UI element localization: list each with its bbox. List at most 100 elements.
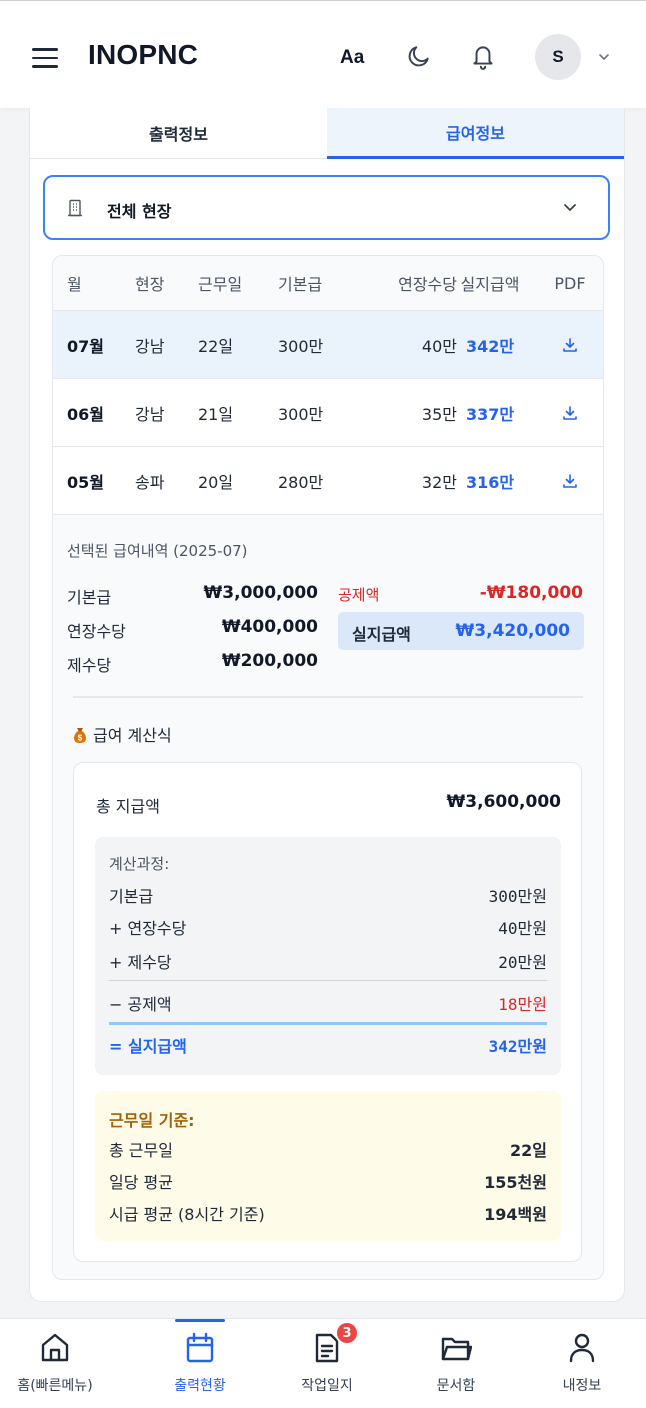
calc-process-box: 계산과정: 기본급 300만원 + 연장수당 40만원 + 제수당 20만원 −… — [95, 837, 561, 1075]
column-header-overtime: 연장수당 — [398, 275, 457, 294]
calendar-icon — [186, 1332, 214, 1363]
row-days: 21일 — [198, 404, 234, 424]
table-row[interactable]: 05월 송파 20일 280만 32만 316만 — [53, 447, 603, 515]
basis-row: 총 근무일 22일 — [109, 1137, 547, 1161]
row-base: 280만 — [278, 472, 324, 492]
calc-total-separator — [109, 1022, 547, 1025]
basis-row-label: 일당 평균 — [109, 1173, 173, 1192]
download-icon — [563, 337, 577, 352]
svg-text:$: $ — [78, 734, 83, 743]
calc-row-label: + 제수당 — [109, 953, 172, 972]
table-header: 월 현장 근무일 기본급 연장수당 실지급액 PDF — [53, 256, 603, 311]
detail-allowance-value: ₩200,000 — [221, 651, 318, 671]
row-base: 300만 — [278, 404, 324, 424]
tab-output-info[interactable]: 출력정보 — [30, 108, 327, 159]
detail-overtime-value: ₩400,000 — [221, 617, 318, 637]
detail-deduction-value: -₩180,000 — [479, 583, 583, 603]
row-month: 07월 — [67, 336, 104, 356]
nav-home[interactable]: 홈(빠른메뉴) — [0, 1319, 110, 1408]
bell-icon[interactable] — [470, 42, 496, 70]
calc-separator — [109, 980, 547, 981]
total-pay-value: ₩3,600,000 — [446, 792, 561, 812]
nav-my-info[interactable]: 내정보 — [527, 1319, 637, 1408]
tab-salary-info[interactable]: 급여정보 — [327, 108, 624, 159]
basis-row: 일당 평균 155천원 — [109, 1169, 547, 1193]
salary-panel: 월 현장 근무일 기본급 연장수당 실지급액 PDF 07월 강남 22일 30… — [52, 255, 604, 1280]
nav-documents[interactable]: 문서함 — [401, 1319, 511, 1408]
basis-row-label: 시급 평균 (8시간 기준) — [109, 1205, 265, 1224]
user-icon — [569, 1333, 595, 1363]
calc-row: + 제수당 20만원 — [109, 949, 547, 973]
download-icon — [563, 405, 577, 420]
nav-output-status-label: 출력현황 — [174, 1378, 226, 1394]
column-header-month: 월 — [67, 275, 82, 294]
total-pay-label: 총 지급액 — [96, 797, 160, 816]
detail-base-value: ₩3,000,000 — [203, 583, 318, 603]
detail-overtime-label: 연장수당 — [67, 622, 126, 641]
row-net: 316만 — [465, 472, 515, 492]
column-header-base: 기본급 — [278, 275, 323, 294]
nav-home-label: 홈(빠른메뉴) — [17, 1378, 93, 1394]
row-site: 송파 — [135, 472, 165, 492]
workday-basis-box: 근무일 기준: 총 근무일 22일 일당 평균 155천원 시급 평균 (8시간… — [95, 1091, 561, 1241]
row-net: 337만 — [465, 404, 515, 424]
net-pay-label: 실지급액 — [352, 625, 411, 644]
column-header-pdf: PDF — [554, 273, 586, 293]
avatar[interactable]: S — [535, 34, 581, 80]
row-month: 06월 — [67, 404, 104, 424]
net-pay-value: ₩3,420,000 — [455, 621, 570, 641]
notification-badge: 3 — [335, 1321, 359, 1345]
moon-icon[interactable] — [406, 43, 432, 69]
calc-row-label: − 공제액 — [109, 995, 172, 1014]
row-days: 20일 — [198, 472, 234, 492]
row-base: 300만 — [278, 336, 324, 356]
pdf-download-button[interactable] — [545, 311, 595, 378]
row-days: 22일 — [198, 336, 234, 356]
site-select-value: 전체 현장 — [107, 202, 172, 221]
basis-row-value: 155천원 — [484, 1173, 547, 1192]
calc-process-title: 계산과정: — [109, 855, 170, 873]
menu-icon[interactable] — [32, 48, 58, 68]
calc-row-result: = 실지급액 342만원 — [109, 1033, 547, 1057]
font-size-toggle[interactable]: Aa — [340, 47, 364, 69]
nav-output-status[interactable]: 출력현황 — [145, 1319, 255, 1408]
column-header-site: 현장 — [135, 275, 165, 294]
active-indicator — [175, 1319, 225, 1322]
calc-row-label: 기본급 — [109, 887, 154, 906]
calc-row-value: 18만원 — [498, 995, 547, 1014]
nav-documents-label: 문서함 — [436, 1378, 476, 1394]
calc-title-text: 급여 계산식 — [93, 726, 172, 745]
calc-row: − 공제액 18만원 — [109, 991, 547, 1015]
table-row[interactable]: 07월 강남 22일 300만 40만 342만 — [53, 311, 603, 379]
row-site: 강남 — [135, 336, 165, 356]
nav-work-log[interactable]: 3 작업일지 — [272, 1319, 382, 1408]
bottom-nav: 홈(빠른메뉴) 출력현황 3 작업일지 문서함 내정보 — [0, 1318, 646, 1408]
workday-basis-title: 근무일 기준: — [109, 1111, 195, 1130]
calc-row-label: + 연장수당 — [109, 919, 187, 938]
calc-section-title: $ 급여 계산식 — [73, 722, 172, 746]
net-pay-box: 실지급액 ₩3,420,000 — [338, 612, 584, 650]
brand-logo: INOPNC — [88, 39, 199, 70]
detail-base-label: 기본급 — [67, 588, 112, 607]
table-row[interactable]: 06월 강남 21일 300만 35만 337만 — [53, 379, 603, 447]
detail-allowance-label: 제수당 — [67, 656, 112, 675]
calc-row-value: 342만원 — [488, 1037, 547, 1056]
calc-row-value: 300만원 — [488, 887, 547, 906]
column-header-days: 근무일 — [198, 275, 243, 294]
tab-bar: 출력정보 급여정보 — [30, 108, 624, 159]
folder-icon — [441, 1337, 472, 1361]
basis-row: 시급 평균 (8시간 기준) 194백원 — [109, 1201, 547, 1225]
pdf-download-button[interactable] — [545, 447, 595, 514]
divider — [73, 696, 583, 698]
calc-row-value: 20만원 — [498, 953, 547, 972]
basis-row-value: 22일 — [510, 1141, 547, 1160]
basis-row-value: 194백원 — [484, 1205, 547, 1224]
site-select[interactable]: 전체 현장 — [43, 175, 610, 240]
row-month: 05월 — [67, 472, 104, 492]
payroll-card: 출력정보 급여정보 전체 현장 월 현장 근무일 기본급 연장수당 실지급액 P… — [29, 108, 625, 1302]
calc-row-label: = 실지급액 — [109, 1037, 187, 1056]
nav-work-log-label: 작업일지 — [301, 1378, 353, 1394]
detail-title: 선택된 급여내역 (2025-07) — [67, 542, 248, 560]
chevron-down-icon[interactable] — [597, 50, 611, 64]
pdf-download-button[interactable] — [545, 379, 595, 446]
